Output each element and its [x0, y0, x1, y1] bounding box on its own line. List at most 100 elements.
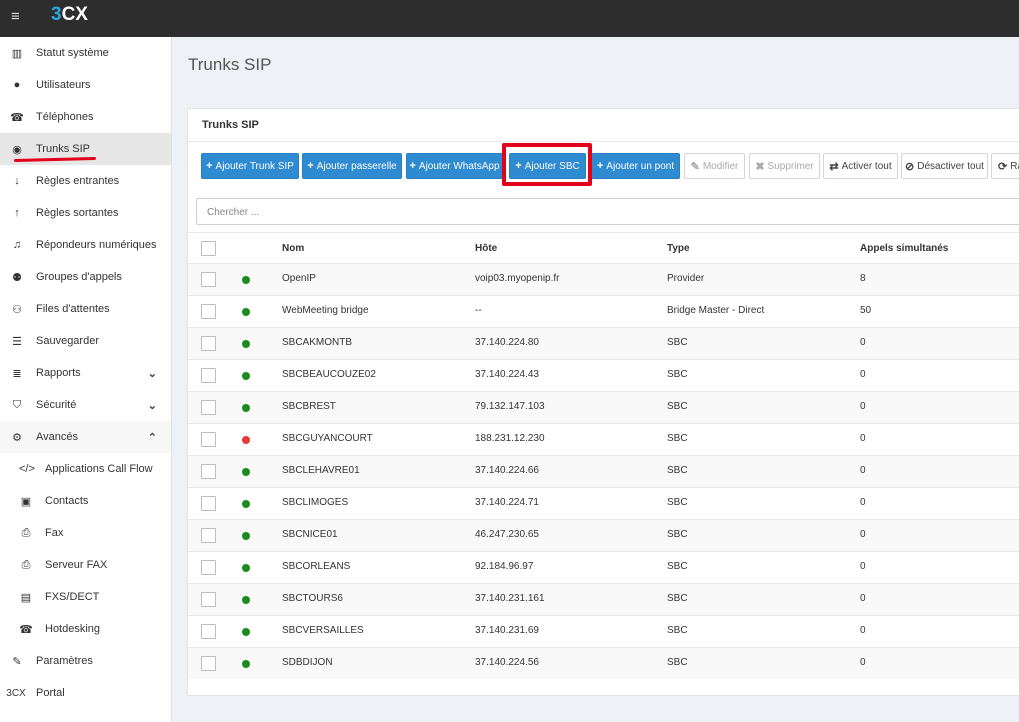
row-checkbox[interactable]	[201, 432, 216, 447]
sidebar-item-regles-entrantes[interactable]: ↓ Règles entrantes	[0, 165, 171, 197]
trunks-table: Nom Hôte Type Appels simultanés OpenIP vo…	[188, 232, 1019, 679]
logo[interactable]: 3CX	[51, 4, 88, 26]
users-icon: ⚉	[12, 271, 22, 284]
column-header-host[interactable]: Hôte	[475, 243, 497, 254]
status-indicator	[242, 436, 250, 444]
sidebar-item-files-attentes[interactable]: ⚇ Files d'attentes	[0, 293, 171, 325]
row-checkbox[interactable]	[201, 656, 216, 671]
sidebar-item-fax[interactable]: ⎙ Fax	[0, 517, 171, 549]
contact-icon: ▣	[20, 495, 32, 508]
hamburger-icon[interactable]: ≡	[11, 9, 25, 24]
queue-icon: ⚇	[12, 303, 22, 316]
row-checkbox[interactable]	[201, 560, 216, 575]
chevron-up-icon: ⌃	[147, 431, 157, 444]
column-header-calls[interactable]: Appels simultanés	[860, 243, 948, 254]
sidebar-item-utilisateurs[interactable]: ● Utilisateurs	[0, 69, 171, 101]
sidebar-item-label: Règles sortantes	[36, 207, 119, 219]
sidebar-item-sauvegarder[interactable]: ☰ Sauvegarder	[0, 325, 171, 357]
sidebar-item-securite[interactable]: ⛉ Sécurité ⌄	[0, 389, 171, 421]
edit-button[interactable]: ✎ Modifier	[684, 153, 745, 179]
sidebar-item-applications-call-flow[interactable]: </> Applications Call Flow	[0, 453, 171, 485]
sidebar-item-label: Répondeurs numériques	[36, 239, 157, 251]
sidebar-item-rapports[interactable]: ≣ Rapports ⌄	[0, 357, 171, 389]
cell-host: 37.140.231.69	[475, 625, 539, 636]
sidebar-item-label: Règles entrantes	[36, 175, 120, 187]
add-gateway-button[interactable]: + Ajouter passerelle	[302, 153, 402, 179]
sidebar-item-contacts[interactable]: ▣ Contacts	[0, 485, 171, 517]
logo-prefix: 3	[51, 4, 62, 25]
sidebar-item-serveur-fax[interactable]: ⎙ Serveur FAX	[0, 549, 171, 581]
row-checkbox[interactable]	[201, 272, 216, 287]
row-checkbox[interactable]	[201, 336, 216, 351]
delete-button[interactable]: ✖ Supprimer	[749, 153, 820, 179]
enable-all-button[interactable]: ⇄ Activer tout	[823, 153, 898, 179]
cell-host: 188.231.12.230	[475, 433, 545, 444]
row-checkbox[interactable]	[201, 624, 216, 639]
page-title: Trunks SIP	[188, 55, 272, 74]
sidebar-item-avances[interactable]: ⚙ Avancés ⌃	[0, 421, 171, 453]
cell-host: 37.140.224.56	[475, 657, 539, 668]
sidebar-item-label: Sauvegarder	[36, 335, 99, 347]
sidebar-item-label: Sécurité	[36, 399, 77, 411]
row-checkbox[interactable]	[201, 400, 216, 415]
cell-type: SBC	[667, 337, 688, 348]
refresh-button[interactable]: ⟳Ra	[991, 153, 1019, 179]
add-trunk-sip-button[interactable]: + Ajouter Trunk SIP	[201, 153, 299, 179]
arrow-up-icon: ↑	[14, 207, 20, 219]
cell-type: SBC	[667, 401, 688, 412]
table-row[interactable]: SBCBEAUCOUZE02 37.140.224.43 SBC 0	[188, 359, 1019, 391]
sidebar-item-groupes-appels[interactable]: ⚉ Groupes d'appels	[0, 261, 171, 293]
select-all-checkbox[interactable]	[201, 241, 216, 256]
table-row[interactable]: WebMeeting bridge -- Bridge Master - Direc…	[188, 295, 1019, 327]
table-row[interactable]: SBCBREST 79.132.147.103 SBC 0	[188, 391, 1019, 423]
table-row[interactable]: OpenIP voip03.myopenip.fr Provider 8	[188, 263, 1019, 295]
3cx-icon: 3CX	[6, 687, 26, 699]
table-row[interactable]: SBCLEHAVRE01 37.140.224.66 SBC 0	[188, 455, 1019, 487]
fxs-icon: ▤	[20, 591, 32, 604]
sidebar-item-statut-systeme[interactable]: ▥ Statut système	[0, 37, 171, 69]
sidebar-item-telephones[interactable]: ☎ Téléphones	[0, 101, 171, 133]
row-checkbox[interactable]	[201, 368, 216, 383]
table-row[interactable]: SBCGUYANCOURT 188.231.12.230 SBC 0	[188, 423, 1019, 455]
cell-calls: 0	[860, 369, 866, 380]
headset-icon: ♫	[12, 239, 22, 251]
sidebar-item-label: Hotdesking	[45, 623, 101, 635]
sidebar-item-label: Trunks SIP	[36, 143, 90, 155]
table-row[interactable]: SBCORLEANS 92.184.96.97 SBC 0	[188, 551, 1019, 583]
sidebar: ▥ Statut système ● Utilisateurs ☎ Téléph…	[0, 37, 172, 722]
sidebar-item-hotdesking[interactable]: ☎ Hotdesking	[0, 613, 171, 645]
row-checkbox[interactable]	[201, 528, 216, 543]
sidebar-item-repondeurs[interactable]: ♫ Répondeurs numériques	[0, 229, 171, 261]
sidebar-item-regles-sortantes[interactable]: ↑ Règles sortantes	[0, 197, 171, 229]
row-checkbox[interactable]	[201, 304, 216, 319]
add-bridge-button[interactable]: + Ajouter un pont	[591, 153, 680, 179]
table-row[interactable]: SBCTOURS6 37.140.231.161 SBC 0	[188, 583, 1019, 615]
table-row[interactable]: SDBDIJON 37.140.224.56 SBC 0	[188, 647, 1019, 679]
cell-calls: 0	[860, 401, 866, 412]
cell-calls: 0	[860, 433, 866, 444]
gear-icon: ⚙	[12, 431, 22, 444]
cell-host: 79.132.147.103	[475, 401, 545, 412]
cell-name: SDBDIJON	[282, 657, 333, 668]
cell-name: SBCORLEANS	[282, 561, 351, 572]
row-checkbox[interactable]	[201, 496, 216, 511]
search-input[interactable]	[207, 204, 807, 220]
disable-all-button[interactable]: ⊘ Désactiver tout	[901, 153, 988, 179]
table-row[interactable]: SBCLIMOGES 37.140.224.71 SBC 0	[188, 487, 1019, 519]
row-checkbox[interactable]	[201, 464, 216, 479]
table-row[interactable]: SBCNICE01 46.247.230.65 SBC 0	[188, 519, 1019, 551]
column-header-type[interactable]: Type	[667, 243, 690, 254]
column-header-name[interactable]: Nom	[282, 243, 304, 254]
sidebar-item-label: Rapports	[36, 367, 81, 379]
table-row[interactable]: SBCVERSAILLES 37.140.231.69 SBC 0	[188, 615, 1019, 647]
table-row[interactable]: SBCAKMONTB 37.140.224.80 SBC 0	[188, 327, 1019, 359]
sidebar-item-fxs-dect[interactable]: ▤ FXS/DECT	[0, 581, 171, 613]
cell-calls: 0	[860, 561, 866, 572]
cell-calls: 8	[860, 273, 866, 284]
sidebar-item-parametres[interactable]: ✎ Paramètres	[0, 645, 171, 677]
add-whatsapp-button[interactable]: + Ajouter WhatsApp	[406, 153, 503, 179]
row-checkbox[interactable]	[201, 592, 216, 607]
sidebar-item-portal[interactable]: 3CX Portal	[0, 677, 171, 709]
button-label: Désactiver tout	[917, 160, 984, 172]
database-icon: ☰	[12, 335, 22, 348]
